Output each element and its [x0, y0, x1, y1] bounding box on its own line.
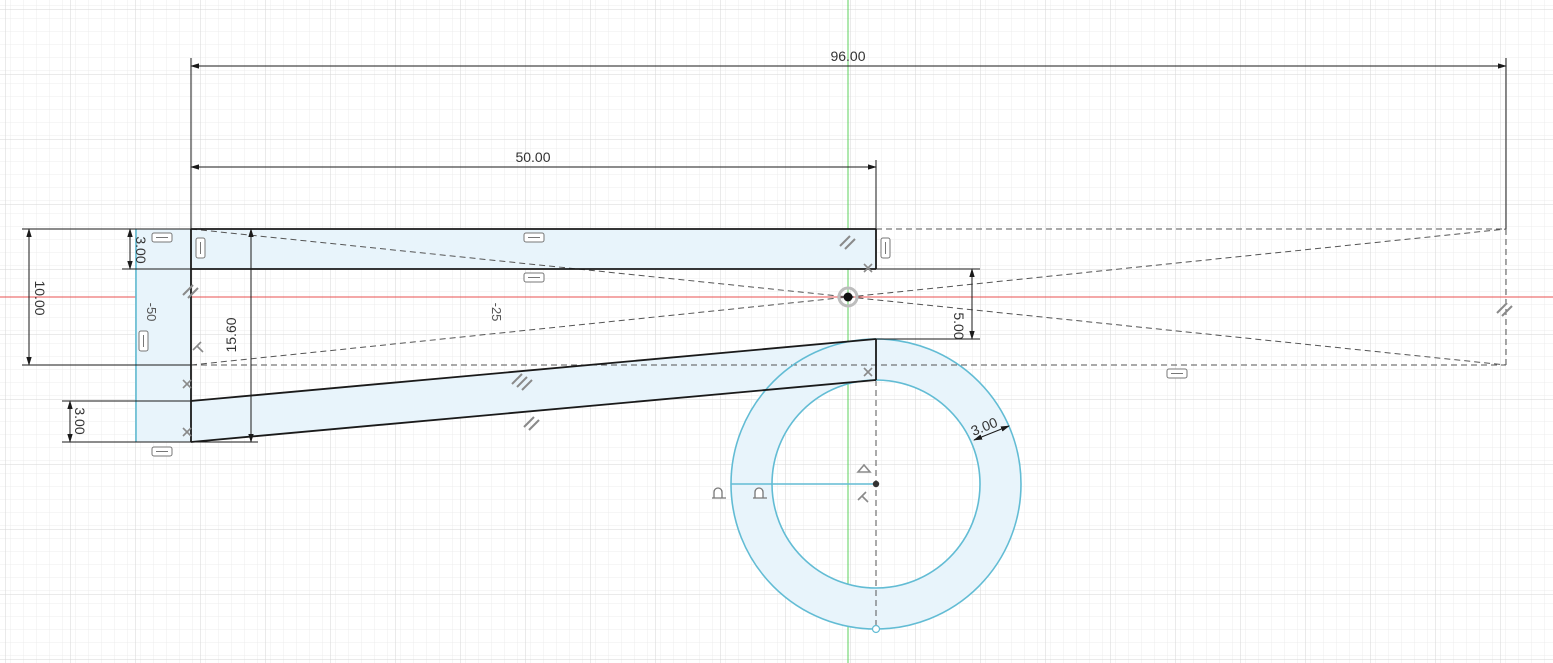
dim-50-label[interactable]: 50.00 [515, 149, 550, 165]
dim-10-label[interactable]: 10.00 [32, 280, 48, 315]
angle-mid-label[interactable]: -25 [489, 303, 504, 322]
sketch-viewport[interactable]: 96.00 50.00 10.00 3.00 15.60 5.00 3.00 3… [0, 0, 1553, 663]
dim-15-label[interactable]: 15.60 [223, 317, 239, 352]
dim-96-label[interactable]: 96.00 [830, 48, 865, 64]
dim-5-label[interactable]: 5.00 [951, 312, 967, 339]
circle-bottom-point[interactable] [871, 624, 881, 634]
origin-point[interactable] [843, 292, 853, 302]
angle-left-label[interactable]: -50 [144, 303, 159, 322]
circle-center-point[interactable] [872, 480, 880, 488]
dim-3-top-label[interactable]: 3.00 [133, 236, 149, 263]
dim-3-bottom-label[interactable]: 3.00 [72, 407, 88, 434]
sketch-canvas[interactable]: 96.00 50.00 10.00 3.00 15.60 5.00 3.00 3… [0, 0, 1553, 663]
